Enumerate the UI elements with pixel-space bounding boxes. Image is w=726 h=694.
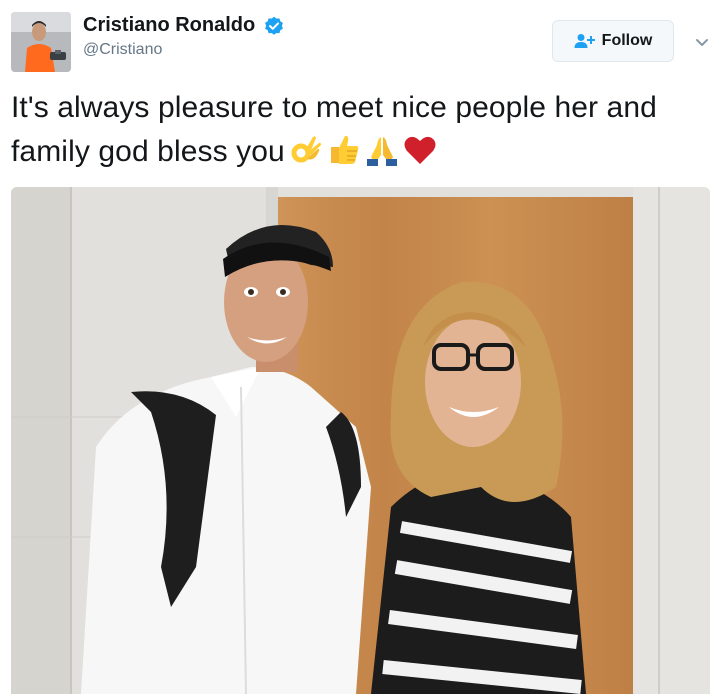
tweet-header: Cristiano Ronaldo @Cristiano Follow <box>0 0 726 80</box>
follow-button-label: Follow <box>601 32 653 49</box>
folded-hands-emoji <box>365 133 399 167</box>
user-handle[interactable]: @Cristiano <box>83 41 284 59</box>
red-heart-emoji <box>403 133 437 167</box>
tweet-text: It's always pleasure to meet nice people… <box>11 86 716 174</box>
avatar[interactable] <box>11 12 71 72</box>
ok-hand-emoji <box>289 133 323 167</box>
thumbs-up-emoji <box>327 133 361 167</box>
tweet-photo[interactable] <box>11 187 710 694</box>
verified-badge-icon <box>264 16 284 36</box>
display-name[interactable]: Cristiano Ronaldo <box>83 14 255 37</box>
add-user-icon <box>574 33 596 49</box>
follow-button[interactable]: Follow <box>552 20 674 62</box>
user-names: Cristiano Ronaldo @Cristiano <box>83 14 284 59</box>
photo-artwork <box>11 187 710 694</box>
chevron-down-icon[interactable] <box>694 34 710 50</box>
